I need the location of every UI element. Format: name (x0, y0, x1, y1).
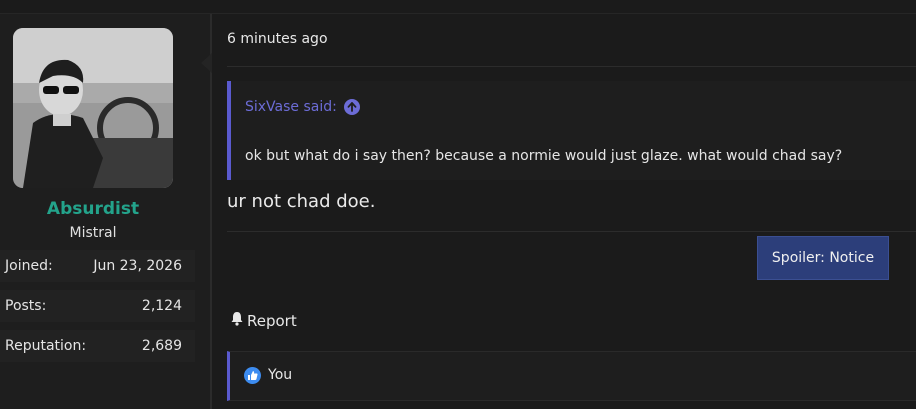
stat-posts: Posts: 2,124 (0, 290, 195, 322)
reaction-users[interactable]: You (268, 367, 292, 383)
stat-value: 2,689 (141, 338, 182, 354)
user-title: Mistral (69, 225, 117, 241)
stat-label: Posts: (5, 298, 47, 314)
top-divider (0, 0, 916, 14)
username[interactable]: Absurdist (0, 199, 186, 219)
report-label: Report (247, 311, 297, 330)
post-timestamp[interactable]: 6 minutes ago (227, 31, 328, 47)
stat-label: Reputation: (5, 338, 87, 354)
stat-value: Jun 23, 2026 (93, 258, 182, 274)
stat-joined: Joined: Jun 23, 2026 (0, 250, 195, 282)
stat-reputation: Reputation: 2,689 (0, 330, 195, 362)
bell-icon (230, 311, 244, 330)
thumbs-up-icon (244, 367, 261, 384)
divider (227, 66, 916, 67)
report-link[interactable]: Report (230, 311, 297, 330)
stat-label: Joined: (5, 258, 53, 274)
avatar[interactable] (13, 28, 173, 188)
arrow-up-icon[interactable] (343, 99, 360, 115)
avatar-photo (13, 28, 173, 188)
quote-text: ok but what do i say then? because a nor… (245, 148, 843, 164)
reactions-bar[interactable]: You (227, 351, 916, 401)
stat-value: 2,124 (141, 298, 182, 314)
post-message: ur not chad doe. (227, 191, 376, 212)
post-pointer (201, 53, 212, 73)
quote-block: SixVase said: ok but what do i say then?… (227, 81, 916, 180)
quote-author[interactable]: SixVase said: (245, 99, 337, 115)
spoiler-button[interactable]: Spoiler: Notice (757, 236, 889, 280)
divider (227, 231, 916, 232)
quote-header[interactable]: SixVase said: (245, 99, 360, 115)
